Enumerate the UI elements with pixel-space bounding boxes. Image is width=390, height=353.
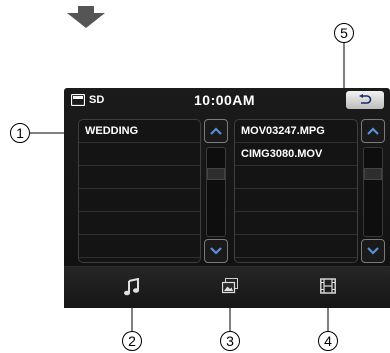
file-scroll-thumb[interactable] [364, 168, 382, 180]
file-list-scrollbar [361, 119, 385, 263]
file-list: MOV03247.MPG CIMG3080.MOV [234, 119, 358, 263]
file-scroll-track[interactable] [363, 147, 383, 237]
callout-3: 3 [220, 331, 240, 351]
folder-scroll-thumb[interactable] [207, 168, 225, 180]
file-list-item[interactable] [235, 212, 357, 235]
storage-label: SD [89, 94, 105, 106]
folder-list-scrollbar [204, 119, 228, 263]
chevron-up-icon [367, 127, 379, 135]
folder-scroll-track[interactable] [206, 147, 226, 237]
folder-list-item[interactable] [79, 143, 200, 166]
folder-list-item[interactable] [79, 189, 200, 212]
sd-card-icon [71, 94, 85, 106]
file-list-item[interactable] [235, 189, 357, 212]
file-list-item[interactable] [235, 235, 357, 258]
file-list-item[interactable]: MOV03247.MPG [235, 120, 357, 143]
file-list-item[interactable]: CIMG3080.MOV [235, 143, 357, 166]
folder-list-item[interactable] [79, 166, 200, 189]
file-scroll-down-button[interactable] [361, 239, 385, 263]
callout-5: 5 [334, 23, 354, 43]
media-type-bar [64, 266, 390, 308]
status-bar: SD 10:00AM [64, 88, 390, 112]
folder-scroll-down-button[interactable] [204, 239, 228, 263]
chevron-up-icon [210, 127, 222, 135]
media-browser-screen: SD 10:00AM WEDDING MOV03247.MPG CIMG3080 [64, 88, 390, 308]
folder-scroll-up-button[interactable] [204, 119, 228, 143]
back-button[interactable] [346, 91, 384, 109]
folder-list-item[interactable] [79, 235, 200, 258]
music-icon[interactable] [124, 278, 140, 296]
callout-2: 2 [122, 331, 142, 351]
clock-time: 10:00AM [194, 92, 256, 108]
chevron-down-icon [210, 247, 222, 255]
callout-1: 1 [10, 123, 30, 143]
film-icon[interactable] [320, 278, 336, 294]
folder-list: WEDDING [78, 119, 201, 263]
folder-list-item[interactable]: WEDDING [79, 120, 200, 143]
chevron-down-icon [367, 247, 379, 255]
photo-icon[interactable] [222, 278, 238, 294]
file-list-item[interactable] [235, 166, 357, 189]
callout-4: 4 [318, 331, 338, 351]
back-icon [359, 94, 372, 104]
folder-list-item[interactable] [79, 212, 200, 235]
file-scroll-up-button[interactable] [361, 119, 385, 143]
